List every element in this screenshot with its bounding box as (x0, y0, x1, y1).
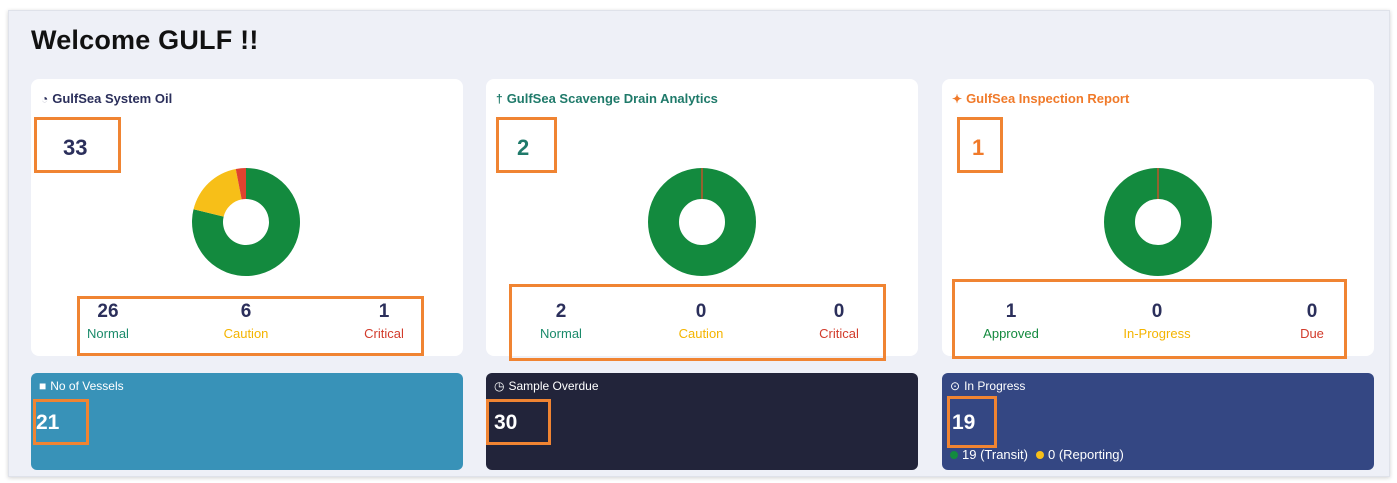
stat-value: 0 (833, 301, 845, 322)
stat-value: 6 (240, 301, 252, 322)
stat-in-progress[interactable]: 0 In-Progress (1112, 301, 1202, 341)
stat-value: 0 (1306, 301, 1318, 322)
stat-label: Approved (983, 326, 1039, 341)
sample-overdue-tile[interactable]: ◷ Sample Overdue 30 (486, 373, 918, 470)
stat-value: 0 (1151, 301, 1163, 322)
stat-label: Caution (223, 326, 269, 341)
stats-row: 2 Normal 0 Caution 0 Critical (486, 301, 918, 351)
reporting-text: 0 (Reporting) (1047, 447, 1124, 462)
stat-value: 1 (378, 301, 390, 322)
scavenge-drain-card[interactable]: † GulfSea Scavenge Drain Analytics 2 2 N… (486, 79, 918, 361)
donut-chart (1104, 168, 1212, 276)
tile-label: ◷ Sample Overdue (494, 379, 599, 393)
stat-normal[interactable]: 26 Normal (73, 301, 143, 341)
ship-icon: ■ (39, 379, 47, 393)
transit-dot-icon (950, 450, 958, 459)
donut-chart (648, 168, 756, 276)
stat-value: 0 (695, 301, 707, 322)
page-title: Welcome GULF !! (31, 25, 259, 55)
tile-value: 21 (36, 411, 60, 434)
stats-row: 1 Approved 0 In-Progress 0 Due (942, 301, 1374, 351)
in-progress-tile[interactable]: ⊙ In Progress 19 19 (Transit) 0 (Reporti… (942, 373, 1374, 470)
donut-slice-caution[interactable] (193, 168, 242, 217)
stat-label: Normal (540, 326, 582, 341)
stat-critical[interactable]: 1 Critical (349, 301, 419, 341)
card-title-text: GulfSea Inspection Report (966, 91, 1130, 106)
total-count: 33 (63, 135, 88, 160)
oil-drop-icon: ◔ (41, 91, 49, 106)
stat-label: In-Progress (1123, 326, 1191, 341)
card-title: ✦ GulfSea Inspection Report (952, 91, 1129, 106)
tile-label-text: Sample Overdue (508, 379, 599, 393)
total-count: 1 (972, 135, 985, 160)
system-oil-card[interactable]: ◔ GulfSea System Oil 33 26 Normal 6 Caut… (31, 79, 463, 356)
inspection-report-card[interactable]: ✦ GulfSea Inspection Report 1 1 Approved… (942, 79, 1374, 359)
tile-label-text: In Progress (964, 379, 1026, 393)
progress-icon: ⊙ (950, 379, 961, 393)
reporting-dot-icon (1035, 450, 1044, 459)
card-title: ◔ GulfSea System Oil (41, 91, 172, 106)
stats-row: 26 Normal 6 Caution 1 Critical (31, 301, 463, 351)
card-title-text: GulfSea System Oil (52, 91, 173, 106)
tile-footer: 19 (Transit) 0 (Reporting) (950, 447, 1124, 462)
stat-due[interactable]: 0 Due (1267, 301, 1357, 341)
dashboard-frame: Welcome GULF !! ◔ GulfSea System Oil 33 … (8, 10, 1390, 477)
card-title-text: GulfSea Scavenge Drain Analytics (506, 91, 718, 106)
drain-icon: † (496, 91, 503, 106)
stat-normal[interactable]: 2 Normal (526, 301, 596, 341)
tile-label: ■ No of Vessels (39, 379, 124, 393)
stat-label: Normal (87, 326, 129, 341)
stat-value: 2 (555, 301, 567, 322)
vessels-tile[interactable]: ■ No of Vessels 21 (31, 373, 463, 470)
stat-value: 26 (97, 301, 119, 322)
stat-approved[interactable]: 1 Approved (966, 301, 1056, 341)
stat-value: 1 (1005, 301, 1017, 322)
tile-value: 30 (494, 411, 518, 434)
stat-label: Critical (819, 326, 859, 341)
tile-value: 19 (952, 411, 976, 434)
stat-caution[interactable]: 0 Caution (666, 301, 736, 341)
tile-label-text: No of Vessels (50, 379, 124, 393)
stat-label: Due (1300, 326, 1324, 341)
donut-chart (191, 168, 300, 276)
stat-critical[interactable]: 0 Critical (804, 301, 874, 341)
clock-icon: ◷ (494, 379, 505, 393)
stat-label: Critical (364, 326, 404, 341)
transit-text: 19 (Transit) (962, 447, 1028, 462)
card-title: † GulfSea Scavenge Drain Analytics (496, 91, 718, 106)
inspection-icon: ✦ (952, 91, 963, 106)
stat-caution[interactable]: 6 Caution (211, 301, 281, 341)
stat-label: Caution (678, 326, 724, 341)
tile-label: ⊙ In Progress (950, 379, 1025, 393)
total-count: 2 (517, 135, 530, 160)
